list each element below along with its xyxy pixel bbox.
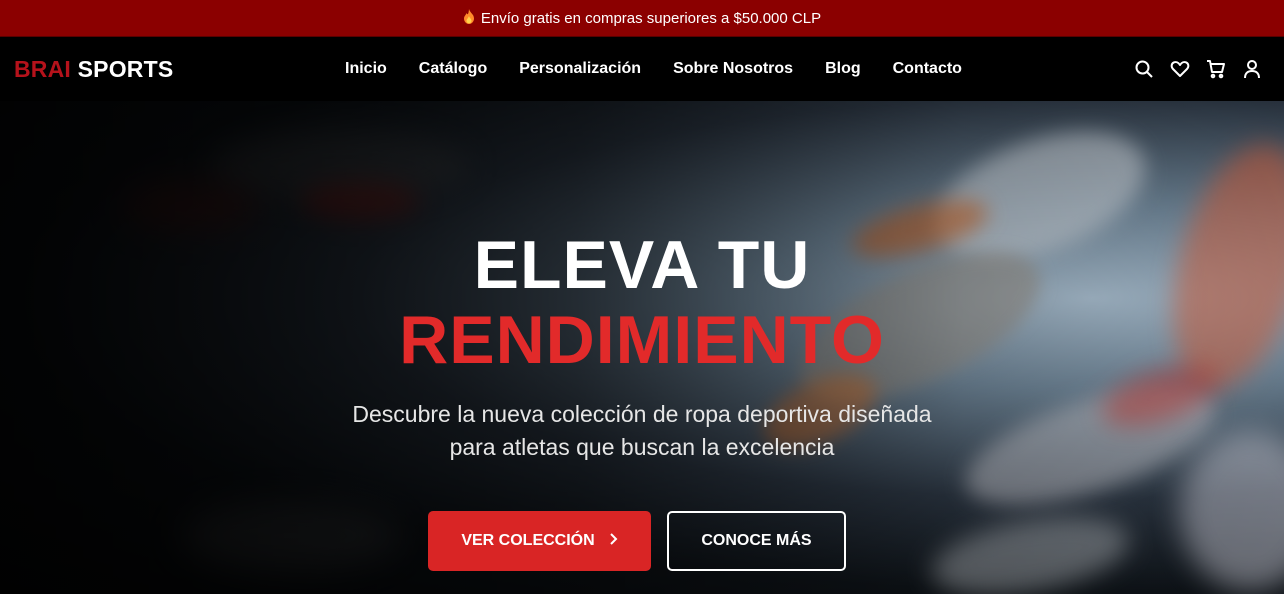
hero-subtitle-line1: Descubre la nueva colección de ropa depo…	[352, 401, 932, 427]
nav-link-inicio[interactable]: Inicio	[345, 60, 387, 78]
hero-subtitle-line2: para atletas que buscan la excelencia	[449, 434, 835, 460]
nav-link-contacto[interactable]: Contacto	[893, 60, 962, 78]
search-icon[interactable]	[1134, 58, 1154, 80]
main-nav: Inicio Catálogo Personalización Sobre No…	[345, 60, 994, 78]
promo-text: Envío gratis en compras superiores a $50…	[480, 9, 822, 27]
flame-icon	[463, 9, 475, 27]
nav-link-personalizacion[interactable]: Personalización	[519, 60, 641, 78]
heart-icon[interactable]	[1170, 58, 1190, 80]
cart-icon[interactable]	[1206, 58, 1226, 80]
ver-coleccion-label: VER COLECCIÓN	[461, 532, 595, 549]
conoce-mas-button[interactable]: CONOCE MÁS	[667, 511, 846, 571]
nav-icons	[1134, 58, 1262, 80]
nav-link-blog[interactable]: Blog	[825, 60, 861, 78]
ver-coleccion-button[interactable]: VER COLECCIÓN	[428, 511, 651, 571]
nav-link-sobre-nosotros[interactable]: Sobre Nosotros	[673, 60, 793, 78]
user-icon[interactable]	[1242, 58, 1262, 80]
brand-logo[interactable]: BRAI SPORTS	[14, 56, 173, 83]
nav-link-catalogo[interactable]: Catálogo	[419, 60, 487, 78]
navbar: BRAI SPORTS Inicio Catálogo Personalizac…	[0, 37, 1284, 101]
brand-part1: BRAI	[14, 56, 72, 82]
hero-subtitle: Descubre la nueva colección de ropa depo…	[0, 398, 1284, 464]
conoce-mas-label: CONOCE MÁS	[701, 532, 812, 549]
hero-section: ELEVA TU RENDIMIENTO Descubre la nueva c…	[0, 101, 1284, 594]
brand-part2: SPORTS	[77, 56, 174, 82]
chevron-right-icon	[609, 532, 618, 551]
hero-title-line2: RENDIMIENTO	[399, 302, 885, 378]
promo-bar: Envío gratis en compras superiores a $50…	[0, 0, 1284, 37]
hero-title-line1: ELEVA TU	[473, 227, 811, 303]
